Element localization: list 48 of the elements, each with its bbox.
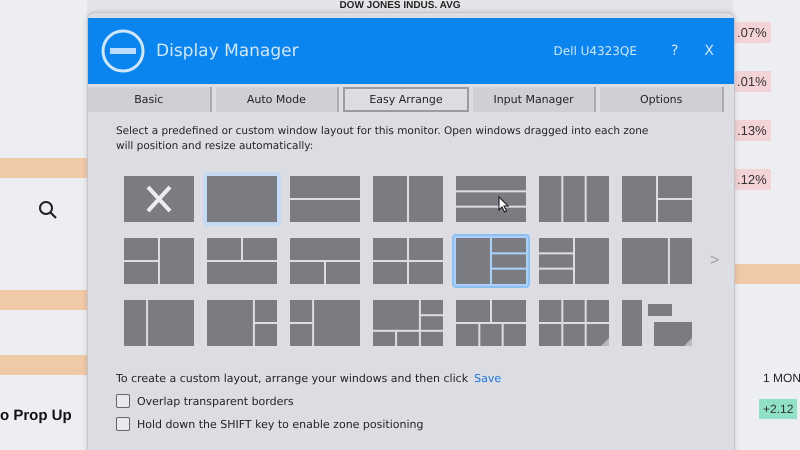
tab[interactable]: Easy Arrange: [343, 87, 469, 112]
layout-option[interactable]: [203, 172, 281, 226]
logo-icon: [100, 28, 146, 74]
no-layout-icon: [124, 176, 194, 222]
change-badge: .01%: [733, 71, 771, 92]
mouse-pointer-icon: [498, 196, 509, 214]
change-badge: .13%: [733, 120, 771, 141]
layout-icon: [373, 238, 443, 284]
layout-icon: [124, 300, 194, 346]
layout-icon: [290, 238, 360, 284]
layout-icon: [456, 176, 526, 222]
tab[interactable]: Options: [600, 87, 724, 112]
tab[interactable]: Input Manager: [472, 87, 596, 112]
layout-icon: [539, 176, 609, 222]
checkbox[interactable]: [116, 417, 130, 432]
layout-icon: [622, 176, 692, 222]
instruction-text: Select a predefined or custom window layout for this monitor. Open windows dragged into each zone will position and resize automatically:: [116, 124, 650, 154]
tab[interactable]: Auto Mode: [216, 87, 340, 112]
layout-icon: [290, 300, 360, 346]
tab[interactable]: Basic: [88, 87, 212, 112]
custom-layout-note: To create a custom layout, arrange your windows and then click: [116, 372, 468, 386]
layout-icon: [124, 238, 194, 284]
layout-icon: [207, 238, 277, 284]
search-icon[interactable]: [38, 200, 58, 220]
option-label: Hold down the SHIFT key to enable zone positioning: [137, 418, 424, 431]
news-headline[interactable]: o Prop Up: [0, 407, 87, 424]
change-badge: .12%: [733, 169, 771, 190]
layout-icon: [622, 238, 692, 284]
layout-icon: [456, 238, 526, 284]
layout-icon: [539, 238, 609, 284]
monitor-name: Dell U4323QE: [554, 44, 637, 58]
layout-icon: [373, 300, 443, 346]
index-heading: DOW JONES INDUS. AVG: [339, 0, 461, 12]
layout-icon: [290, 176, 360, 222]
layout-icon: [456, 300, 526, 346]
checkbox[interactable]: [116, 394, 130, 408]
layout-icon: [373, 176, 443, 222]
layout-icon: [207, 176, 277, 222]
layout-icon: [622, 300, 692, 346]
window-title: Display Manager: [156, 41, 300, 61]
layout-icon: [539, 300, 609, 346]
period-label: 1 MON: [763, 371, 800, 385]
layout-option[interactable]: [452, 234, 530, 288]
change-badge: +2.12: [759, 399, 798, 419]
change-badge: .07%: [733, 22, 771, 43]
option-label: Overlap transparent borders: [137, 394, 294, 408]
layout-icon: [207, 300, 277, 346]
highlight-band: [733, 264, 800, 284]
